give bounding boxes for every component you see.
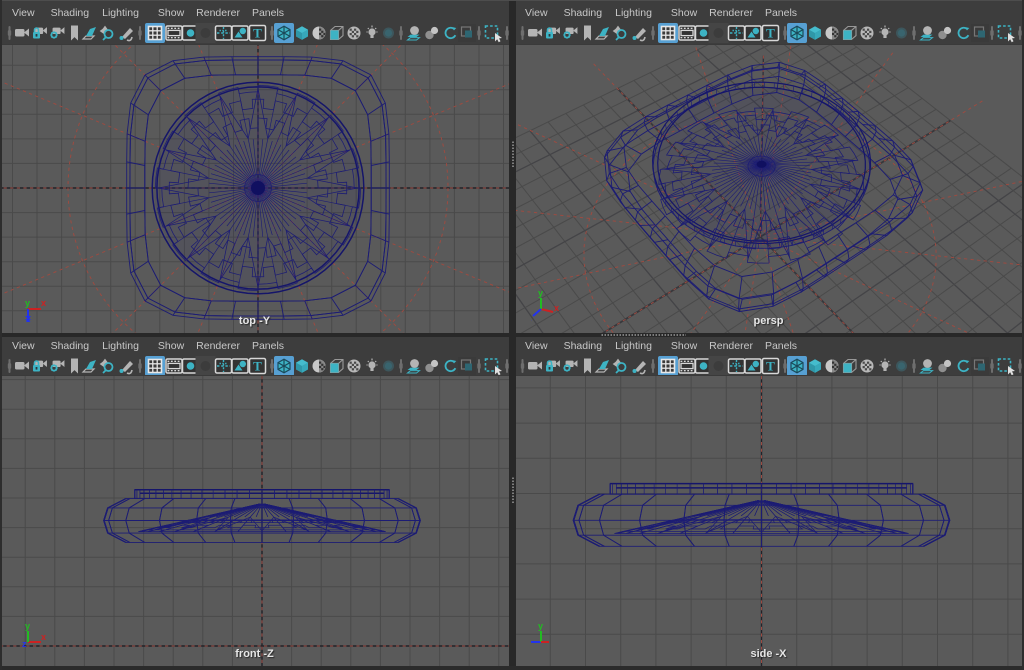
svg-text:x: x [41, 298, 46, 308]
svg-text:x: x [554, 303, 559, 313]
svg-text:y: y [538, 621, 543, 631]
svg-text:x: x [41, 632, 46, 642]
svg-text:y: y [25, 298, 30, 308]
svg-text:y: y [538, 288, 543, 298]
svg-text:y: y [25, 621, 30, 631]
